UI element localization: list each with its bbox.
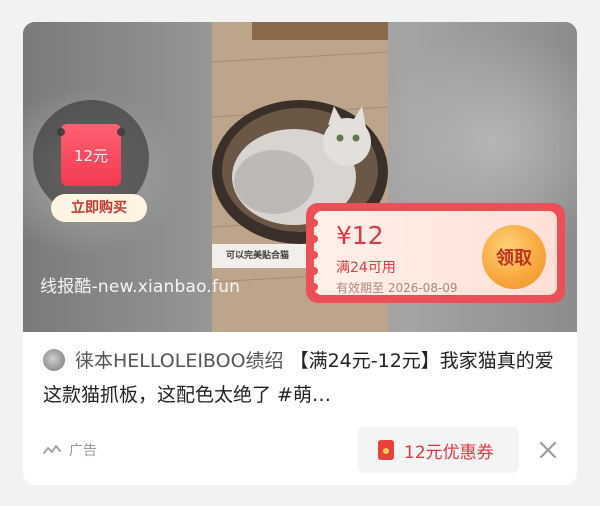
author-name[interactable]: 徕本HELLOLEIBOO绩绍: [75, 350, 284, 372]
close-button[interactable]: [537, 439, 559, 461]
avatar[interactable]: [43, 349, 65, 371]
ticket-notch-right: [117, 128, 125, 136]
claim-button[interactable]: 领取: [482, 225, 546, 289]
red-packet-icon: [378, 440, 394, 460]
video-caption: 可以完美贴合猫: [226, 251, 290, 261]
price-ticket: 12元: [61, 124, 121, 186]
product-video[interactable]: 可以完美贴合猫 12元 立即购买 线报酷-new.xianbao.fun ¥12: [23, 22, 577, 332]
coupon-validity: 有效期至 2026-08-09: [336, 281, 458, 295]
post-text[interactable]: 徕本HELLOLEIBOO绩绍 【满24元-12元】我家猫真的爱这款猫抓板，这配…: [43, 344, 563, 412]
ad-card[interactable]: 可以完美贴合猫 12元 立即购买 线报酷-new.xianbao.fun ¥12: [23, 22, 577, 485]
ticket-price: 12元: [73, 146, 109, 165]
ticket-notch-left: [57, 128, 65, 136]
coupon-pill-button[interactable]: 12元优惠券: [358, 427, 519, 473]
ticket-edge-icon: [314, 219, 318, 291]
ad-text: 广告: [69, 443, 97, 459]
coupon-condition: 满24可用: [336, 260, 396, 276]
coupon-price: ¥12: [336, 221, 384, 250]
coupon-body: ¥12 满24可用 有效期至 2026-08-09 领取: [314, 211, 557, 295]
ad-label: 广告: [43, 440, 97, 460]
ad-signal-icon: [43, 445, 61, 454]
card-footer: 广告 12元优惠券: [23, 427, 577, 473]
close-icon: [540, 442, 556, 458]
coupon-pill-label: 12元优惠券: [404, 442, 494, 463]
watermark-text: 线报酷-new.xianbao.fun: [40, 277, 241, 297]
buy-badge[interactable]: 12元 立即购买: [33, 100, 149, 222]
coupon-card[interactable]: ¥12 满24可用 有效期至 2026-08-09 领取: [306, 203, 565, 303]
buy-now-button[interactable]: 立即购买: [51, 194, 147, 222]
